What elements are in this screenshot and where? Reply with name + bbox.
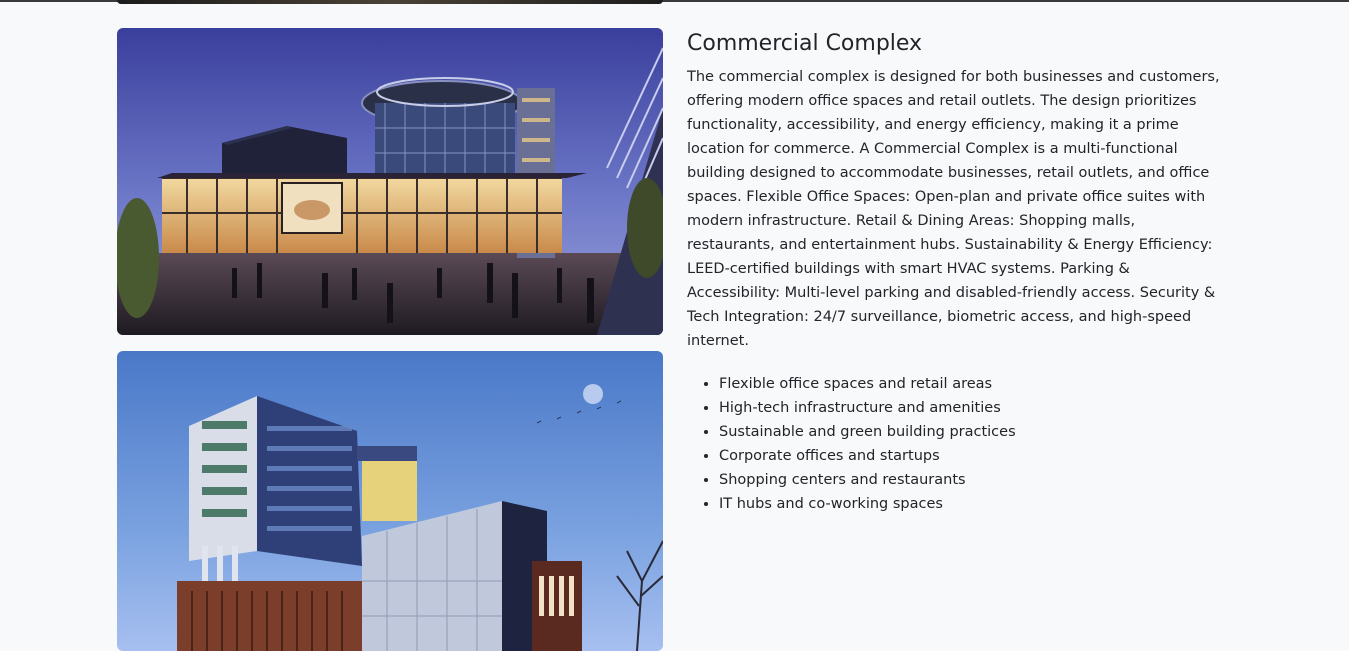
section-title: Commercial Complex — [687, 31, 923, 56]
feature-item: Shopping centers and restaurants — [719, 468, 1227, 492]
section-description: The commercial complex is designed for b… — [687, 69, 1220, 349]
features-list: Flexible office spaces and retail areas … — [687, 372, 1227, 516]
feature-item: IT hubs and co-working spaces — [719, 492, 1227, 516]
office-tower-illustration — [117, 351, 663, 651]
previous-image-edge — [117, 0, 663, 4]
commercial-complex-section: Commercial Complex The commercial comple… — [687, 28, 1227, 516]
feature-item: High-tech infrastructure and amenities — [719, 396, 1227, 420]
office-tower-image — [117, 351, 663, 651]
feature-item: Flexible office spaces and retail areas — [719, 372, 1227, 396]
commercial-complex-image — [117, 28, 663, 335]
commercial-complex-illustration — [117, 28, 663, 335]
feature-item: Sustainable and green building practices — [719, 420, 1227, 444]
feature-item: Corporate offices and startups — [719, 444, 1227, 468]
